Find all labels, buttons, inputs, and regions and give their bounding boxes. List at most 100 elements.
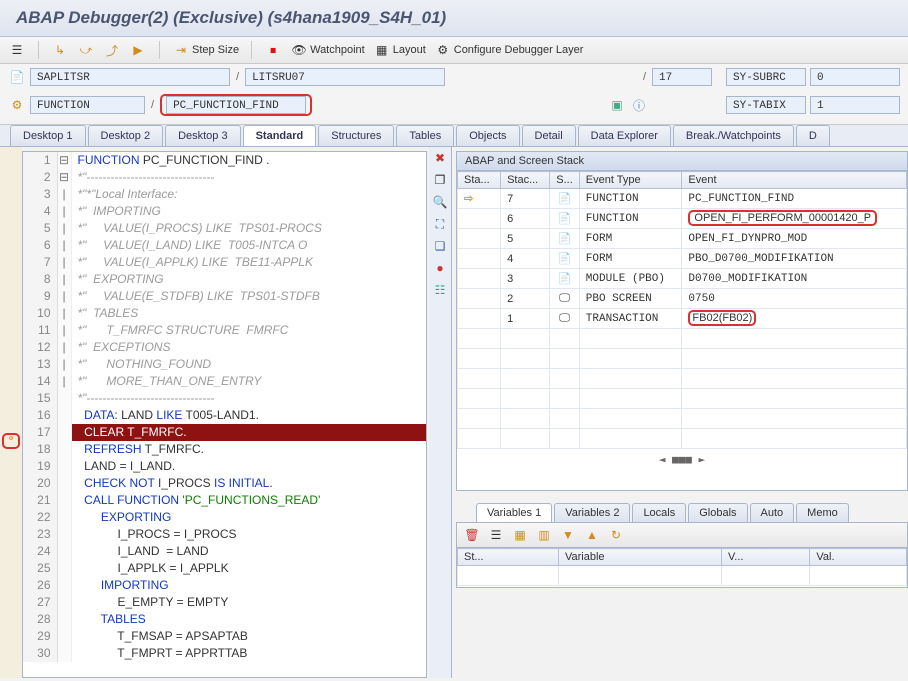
line-field[interactable]: 17	[652, 68, 712, 86]
code-line[interactable]: 3|*"*"Local Interface:	[23, 186, 426, 203]
var-tab-locals[interactable]: Locals	[632, 503, 686, 522]
export-icon[interactable]: ▼	[559, 526, 577, 544]
code-line[interactable]: 15*"--------------------------------	[23, 390, 426, 407]
code-line[interactable]: 20 CHECK NOT I_PROCS IS INITIAL.	[23, 475, 426, 492]
code-line[interactable]: 2⊟*"--------------------------------	[23, 169, 426, 186]
var-header[interactable]: V...	[721, 549, 809, 566]
code-line[interactable]: 13|*" NOTHING_FOUND	[23, 356, 426, 373]
stack-row[interactable]: 6📄FUNCTIONOPEN_FI_PERFORM_00001420_P	[458, 209, 907, 229]
code-line[interactable]: 17 CLEAR T_FMRFC.	[23, 424, 426, 441]
code-line[interactable]: 8|*" EXPORTING	[23, 271, 426, 288]
variables-table[interactable]: St...VariableV...Val.	[457, 548, 907, 586]
stack-header[interactable]: Sta...	[458, 172, 501, 189]
stack-row[interactable]: 5📄FORMOPEN_FI_DYNPRO_MOD	[458, 229, 907, 249]
code-line[interactable]: 29 T_FMSAP = APSAPTAB	[23, 628, 426, 645]
watchpoint-button[interactable]: 👁 Watchpoint	[290, 41, 365, 59]
tab-desktop-2[interactable]: Desktop 2	[88, 125, 164, 146]
continue-icon[interactable]: ▶	[129, 41, 147, 59]
var-tab-globals[interactable]: Globals	[688, 503, 747, 522]
code-line[interactable]: 28 TABLES	[23, 611, 426, 628]
code-line[interactable]: 21 CALL FUNCTION 'PC_FUNCTIONS_READ'	[23, 492, 426, 509]
breakpoint-icon[interactable]: ●	[432, 261, 448, 277]
sy-subrc-value[interactable]: 0	[810, 68, 900, 86]
var-header[interactable]: Val.	[810, 549, 907, 566]
list-icon[interactable]: ☰	[487, 526, 505, 544]
call-stack-table[interactable]: Sta...Stac...S...Event TypeEvent⇨7📄FUNCT…	[457, 171, 907, 449]
stack-row[interactable]: 2🖵PBO SCREEN0750	[458, 289, 907, 309]
step-size-button[interactable]: ⇥ Step Size	[172, 41, 239, 59]
var-tab-auto[interactable]: Auto	[750, 503, 795, 522]
code-line[interactable]: 6|*" VALUE(I_LAND) LIKE T005-INTCA O	[23, 237, 426, 254]
code-line[interactable]: 27 E_EMPTY = EMPTY	[23, 594, 426, 611]
code-line[interactable]: 18 REFRESH T_FMRFC.	[23, 441, 426, 458]
var-header[interactable]: St...	[458, 549, 559, 566]
code-line[interactable]: 5|*" VALUE(I_PROCS) LIKE TPS01-PROCS	[23, 220, 426, 237]
close-icon[interactable]: ✖	[432, 151, 448, 167]
var-header[interactable]: Variable	[559, 549, 722, 566]
tab-desktop-3[interactable]: Desktop 3	[165, 125, 241, 146]
tab-data-explorer[interactable]: Data Explorer	[578, 125, 671, 146]
table-icon[interactable]: ▦	[511, 526, 529, 544]
find-icon[interactable]: 🔍	[432, 195, 448, 211]
code-line[interactable]: 16 DATA: LAND LIKE T005-LAND1.	[23, 407, 426, 424]
tab-break-watchpoints[interactable]: Break./Watchpoints	[673, 125, 794, 146]
stack-row[interactable]: ⇨7📄FUNCTIONPC_FUNCTION_FIND	[458, 189, 907, 209]
settings-icon[interactable]: ⚙	[8, 96, 26, 114]
stack-row[interactable]: 1🖵TRANSACTIONFB02(FB02)	[458, 309, 907, 329]
code-line[interactable]: 22 EXPORTING	[23, 509, 426, 526]
info-icon[interactable]: ⓘ	[630, 96, 648, 114]
menu-icon[interactable]: ☰	[8, 41, 26, 59]
configure-button[interactable]: ⚙ Configure Debugger Layer	[434, 41, 584, 59]
tab-d[interactable]: D	[796, 125, 830, 146]
stack-icon[interactable]: ☷	[432, 283, 448, 299]
stack-header[interactable]: Stac...	[501, 172, 550, 189]
scroll-indicator[interactable]: ◄ ■■■ ►	[457, 449, 907, 470]
col-icon[interactable]: ▥	[535, 526, 553, 544]
code-editor[interactable]: 1⊟FUNCTION PC_FUNCTION_FIND .2⊟*"-------…	[22, 151, 427, 678]
tab-detail[interactable]: Detail	[522, 125, 576, 146]
code-line[interactable]: 1⊟FUNCTION PC_FUNCTION_FIND .	[23, 152, 426, 169]
stack-row[interactable]: 4📄FORMPBO_D0700_MODIFIKATION	[458, 249, 907, 269]
step-return-icon[interactable]: ⤴	[103, 41, 121, 59]
code-line[interactable]: 14|*" MORE_THAN_ONE_ENTRY	[23, 373, 426, 390]
tab-tables[interactable]: Tables	[396, 125, 454, 146]
layout-button[interactable]: ▦ Layout	[373, 41, 426, 59]
delete-icon[interactable]: 🗑	[463, 526, 481, 544]
step-into-icon[interactable]: ↳	[51, 41, 69, 59]
program-icon[interactable]: 📄	[8, 68, 26, 86]
code-line[interactable]: 11|*" T_FMRFC STRUCTURE FMRFC	[23, 322, 426, 339]
function-name-field[interactable]: PC_FUNCTION_FIND	[166, 96, 306, 114]
restore-icon[interactable]: ❏	[432, 239, 448, 255]
import-icon[interactable]: ▲	[583, 526, 601, 544]
code-line[interactable]: 10|*" TABLES	[23, 305, 426, 322]
var-tab-variables-1[interactable]: Variables 1	[476, 503, 552, 522]
stack-header[interactable]: Event	[682, 172, 907, 189]
tab-objects[interactable]: Objects	[456, 125, 519, 146]
program-field[interactable]: SAPLITSR	[30, 68, 230, 86]
current-line-indicator[interactable]	[2, 433, 20, 449]
tab-structures[interactable]: Structures	[318, 125, 394, 146]
var-tab-variables-2[interactable]: Variables 2	[554, 503, 630, 522]
stack-row[interactable]: 3📄MODULE (PBO)D0700_MODIFIKATION	[458, 269, 907, 289]
stack-header[interactable]: Event Type	[579, 172, 682, 189]
type-field[interactable]: FUNCTION	[30, 96, 145, 114]
var-tab-memo[interactable]: Memo	[796, 503, 849, 522]
code-line[interactable]: 23 I_PROCS = I_PROCS	[23, 526, 426, 543]
code-line[interactable]: 4|*" IMPORTING	[23, 203, 426, 220]
code-line[interactable]: 25 I_APPLK = I_APPLK	[23, 560, 426, 577]
code-line[interactable]: 30 T_FMPRT = APPRTTAB	[23, 645, 426, 662]
var-row-empty[interactable]	[458, 566, 907, 586]
step-over-icon[interactable]: ⤻	[77, 41, 95, 59]
code-line[interactable]: 26 IMPORTING	[23, 577, 426, 594]
code-line[interactable]: 9|*" VALUE(E_STDFB) LIKE TPS01-STDFB	[23, 288, 426, 305]
sy-tabix-value[interactable]: 1	[810, 96, 900, 114]
code-line[interactable]: 19 LAND = I_LAND.	[23, 458, 426, 475]
code-line[interactable]: 12|*" EXCEPTIONS	[23, 339, 426, 356]
code-line[interactable]: 7|*" VALUE(I_APPLK) LIKE TBE11-APPLK	[23, 254, 426, 271]
tab-standard[interactable]: Standard	[243, 125, 317, 146]
include-field[interactable]: LITSRU07	[245, 68, 445, 86]
refresh-icon[interactable]: ↻	[607, 526, 625, 544]
tab-desktop-1[interactable]: Desktop 1	[10, 125, 86, 146]
code-line[interactable]: 24 I_LAND = LAND	[23, 543, 426, 560]
new-window-icon[interactable]: ❐	[432, 173, 448, 189]
